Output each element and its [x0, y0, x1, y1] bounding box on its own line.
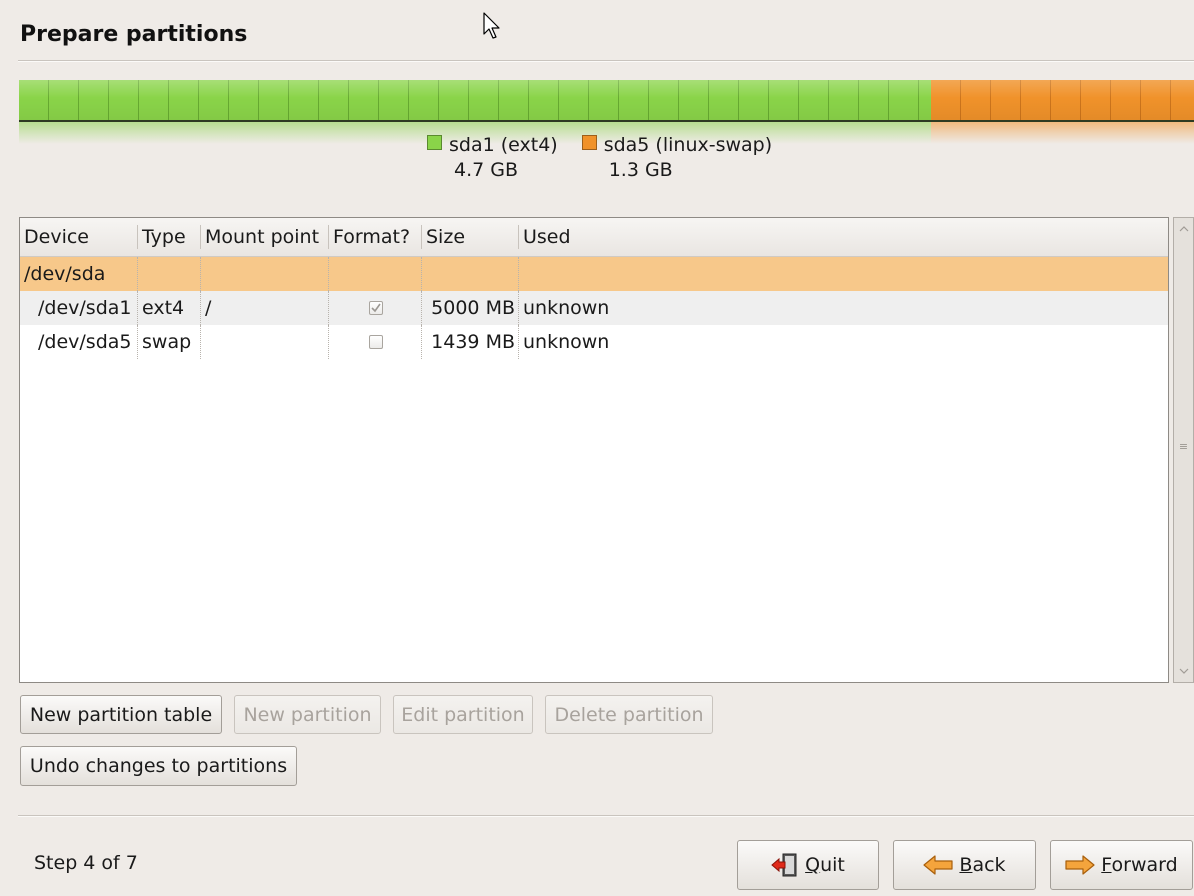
- page-title: Prepare partitions: [20, 22, 248, 47]
- cell-size: 1439 MB: [422, 325, 519, 359]
- legend-size-sda5: 1.3 GB: [608, 159, 673, 181]
- back-mnemonic: B: [959, 854, 973, 876]
- column-header-used[interactable]: Used: [519, 218, 1168, 256]
- forward-mnemonic: F: [1101, 854, 1112, 876]
- undo-changes-button[interactable]: Undo changes to partitions: [20, 746, 297, 786]
- arrow-left-icon: [923, 855, 954, 875]
- quit-label: uit: [820, 854, 845, 876]
- partition-segment-sda5: [931, 80, 1194, 120]
- cell-format: [329, 257, 422, 291]
- cell-used: unknown: [523, 297, 610, 319]
- legend-label-sda1: sda1 (ext4): [449, 134, 558, 156]
- column-header-format[interactable]: Format?: [329, 218, 422, 256]
- column-header-size[interactable]: Size: [422, 218, 519, 256]
- partition-table[interactable]: Device Type Mount point Format? Size Use…: [19, 217, 1169, 683]
- column-header-type[interactable]: Type: [138, 218, 201, 256]
- table-header: Device Type Mount point Format? Size Use…: [20, 218, 1168, 257]
- cell-mount-point: /: [201, 291, 329, 325]
- table-scrollbar[interactable]: ≡: [1173, 217, 1194, 683]
- legend-size-sda1: 4.7 GB: [454, 159, 519, 181]
- quit-mnemonic: Q: [805, 854, 821, 876]
- table-row-sda[interactable]: /dev/sda: [20, 257, 1168, 291]
- legend-item-sda5: sda5 (linux-swap) 1.3 GB: [581, 133, 773, 183]
- new-partition-table-button[interactable]: New partition table: [20, 695, 222, 734]
- cell-type: [138, 257, 201, 291]
- step-indicator: Step 4 of 7: [34, 852, 138, 874]
- scrollbar-grip-icon[interactable]: ≡: [1174, 440, 1193, 453]
- table-row-sda5[interactable]: /dev/sda5 swap 1439 MB unknown: [20, 325, 1168, 359]
- cell-mount-point: [201, 257, 329, 291]
- new-partition-button[interactable]: New partition: [234, 695, 381, 734]
- legend-label-sda5: sda5 (linux-swap): [603, 134, 773, 156]
- format-checkbox-sda5[interactable]: [368, 335, 383, 349]
- scroll-up-icon[interactable]: [1174, 220, 1193, 238]
- footer-separator: [18, 815, 1194, 816]
- column-header-mount-point[interactable]: Mount point: [201, 218, 329, 256]
- legend-swatch-sda5: [581, 135, 597, 150]
- cell-type: swap: [138, 325, 201, 359]
- back-button[interactable]: Back: [893, 840, 1036, 890]
- cell-size: 5000 MB: [422, 291, 519, 325]
- partition-segment-sda1: [19, 80, 932, 120]
- delete-partition-button[interactable]: Delete partition: [545, 695, 713, 734]
- cell-used: unknown: [523, 331, 610, 353]
- cell-mount-point: [201, 325, 329, 359]
- forward-button[interactable]: Forward: [1050, 840, 1193, 890]
- cell-used: [519, 257, 1168, 291]
- quit-button[interactable]: Quit: [737, 840, 879, 890]
- column-header-device[interactable]: Device: [20, 218, 138, 256]
- back-label: ack: [972, 854, 1006, 876]
- cell-device: /dev/sda: [20, 257, 138, 291]
- partition-bar: [19, 80, 1194, 120]
- format-checkbox-sda1[interactable]: [368, 301, 383, 315]
- partition-legend: sda1 (ext4) 4.7 GB sda5 (linux-swap) 1.3…: [427, 133, 772, 183]
- cell-size: [422, 257, 519, 291]
- cell-device: /dev/sda1: [20, 291, 138, 325]
- edit-partition-button[interactable]: Edit partition: [393, 695, 533, 734]
- cell-device: /dev/sda5: [20, 325, 138, 359]
- scroll-down-icon[interactable]: [1174, 662, 1193, 680]
- mouse-pointer-icon: [483, 12, 503, 45]
- legend-item-sda1: sda1 (ext4) 4.7 GB: [427, 133, 558, 183]
- table-row-sda1[interactable]: /dev/sda1 ext4 / 5000 MB unknown: [20, 291, 1168, 325]
- forward-label: orward: [1111, 854, 1178, 876]
- legend-swatch-sda1: [427, 135, 442, 150]
- cell-format: [329, 325, 422, 359]
- exit-door-icon: [771, 852, 799, 878]
- cell-format: [329, 291, 422, 325]
- arrow-right-icon: [1065, 855, 1095, 875]
- title-separator: [18, 60, 1194, 61]
- cell-type: ext4: [138, 291, 201, 325]
